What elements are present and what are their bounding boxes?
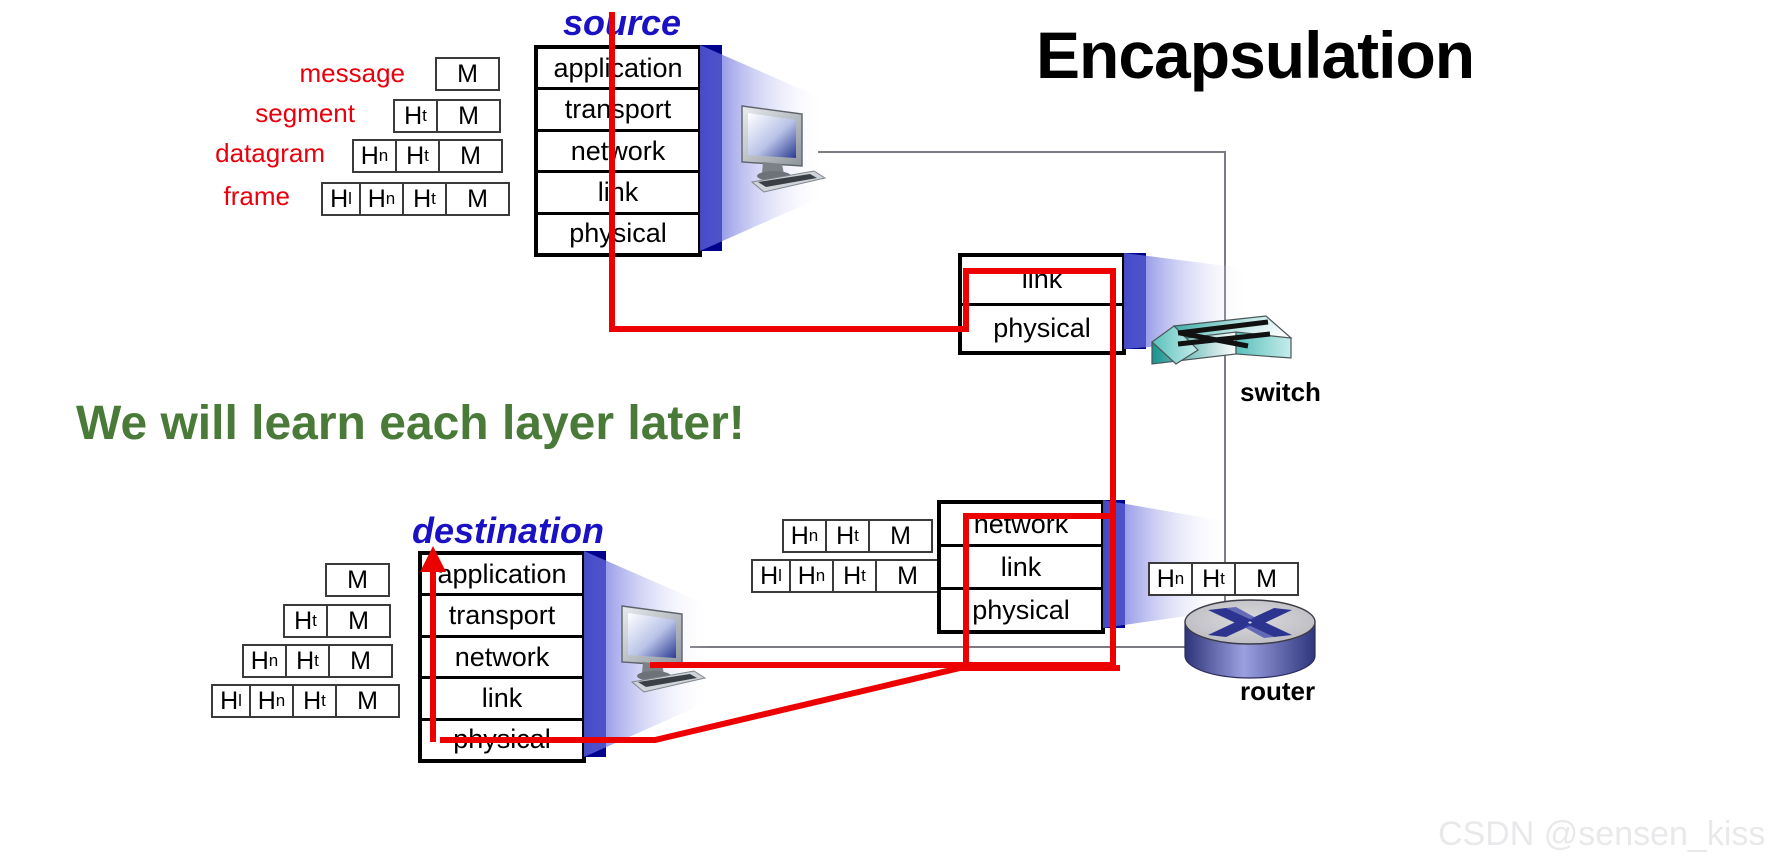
flow-switch-down bbox=[1110, 268, 1116, 668]
pdu-cell-ht: Ht bbox=[292, 684, 335, 718]
stack-body: application transport network link physi… bbox=[534, 45, 702, 257]
pdu-cell-payload: M bbox=[438, 139, 503, 173]
pdu-label-message: message bbox=[299, 58, 406, 88]
pdu-cell-payload: M bbox=[445, 182, 510, 216]
pdu-cell-hl: Hl bbox=[751, 559, 789, 593]
page-title: Encapsulation bbox=[1036, 18, 1475, 92]
pdu-cell-payload: M bbox=[868, 519, 933, 553]
pdu-cell-payload: M bbox=[325, 563, 390, 597]
pdu-cell-payload: M bbox=[326, 604, 391, 638]
protocol-stack-source: application transport network link physi… bbox=[534, 45, 722, 257]
switch-icon bbox=[1151, 315, 1293, 365]
pdu-cell-payload: M bbox=[875, 559, 940, 593]
pdu-segment: Ht M bbox=[393, 99, 501, 133]
wire-source-to-switch-horizontal bbox=[818, 151, 1226, 153]
stack-layer-transport: transport bbox=[422, 596, 582, 638]
pdu-cell-hn: Hn bbox=[242, 644, 285, 678]
pdu-frame-router-in: Hl Hn Ht M bbox=[751, 559, 940, 593]
stack-layer-link: link bbox=[962, 257, 1122, 306]
pdu-cell-ht: Ht bbox=[1191, 562, 1234, 596]
flow-router-top bbox=[963, 513, 1116, 519]
pdu-cell-ht: Ht bbox=[283, 604, 326, 638]
pdu-cell-payload: M bbox=[335, 684, 400, 718]
flow-switch-up bbox=[963, 268, 969, 332]
pdu-cell-hn: Hn bbox=[1148, 562, 1191, 596]
stack-layer-application: application bbox=[538, 49, 698, 91]
watermark-text: CSDN @sensen_kiss bbox=[1438, 815, 1766, 853]
slide-canvas: Encapsulation source message M segment H… bbox=[0, 0, 1778, 868]
stack-layer-transport: transport bbox=[538, 90, 698, 132]
pdu-cell-ht: Ht bbox=[393, 99, 436, 133]
pdu-datagram: Hn Ht M bbox=[352, 139, 503, 173]
computer-icon-source bbox=[741, 105, 827, 193]
pdu-cell-payload: M bbox=[435, 57, 500, 91]
pdu-cell-hn: Hn bbox=[359, 182, 402, 216]
stack-layer-network: network bbox=[538, 131, 698, 174]
pdu-datagram-router-out: Hn Ht M bbox=[1148, 562, 1299, 596]
source-caption: source bbox=[563, 2, 682, 43]
pdu-datagram-router-in: Hn Ht M bbox=[782, 519, 933, 553]
flow-router-destination-diagonal bbox=[440, 665, 1120, 743]
pdu-cell-hl: Hl bbox=[321, 182, 359, 216]
pdu-cell-hn: Hn bbox=[249, 684, 292, 718]
pdu-cell-ht: Ht bbox=[285, 644, 328, 678]
note-text: We will learn each layer later! bbox=[76, 397, 745, 450]
switch-caption: switch bbox=[1240, 377, 1321, 407]
stack-layer-link: link bbox=[538, 173, 698, 215]
pdu-frame-destination: Hl Hn Ht M bbox=[211, 684, 400, 718]
pdu-label-frame: frame bbox=[223, 181, 290, 211]
pdu-label-segment: segment bbox=[255, 98, 355, 128]
flow-source-vertical bbox=[609, 12, 615, 332]
pdu-cell-payload: M bbox=[1234, 562, 1299, 596]
pdu-frame: Hl Hn Ht M bbox=[321, 182, 510, 216]
flow-switch-top bbox=[963, 268, 1116, 274]
pdu-cell-hl: Hl bbox=[211, 684, 249, 718]
pdu-cell-hn: Hn bbox=[352, 139, 395, 173]
pdu-cell-payload: M bbox=[328, 644, 393, 678]
pdu-cell-hn: Hn bbox=[782, 519, 825, 553]
stack-layer-application: application bbox=[422, 555, 582, 597]
pdu-message: M bbox=[435, 57, 500, 91]
stack-layer-physical: physical bbox=[962, 305, 1122, 351]
pdu-message-destination: M bbox=[325, 563, 390, 597]
pdu-cell-payload: M bbox=[436, 99, 501, 133]
pdu-cell-hn: Hn bbox=[789, 559, 832, 593]
flow-destination-arrowhead bbox=[420, 546, 446, 572]
pdu-cell-ht: Ht bbox=[402, 182, 445, 216]
flow-destination-vertical bbox=[430, 565, 436, 742]
router-caption: router bbox=[1240, 676, 1316, 706]
pdu-cell-ht: Ht bbox=[832, 559, 875, 593]
pdu-label-datagram: datagram bbox=[215, 138, 325, 168]
stack-layer-physical: physical bbox=[538, 214, 698, 254]
flow-source-to-switch bbox=[609, 326, 969, 332]
pdu-datagram-destination: Hn Ht M bbox=[242, 644, 393, 678]
pdu-cell-ht: Ht bbox=[395, 139, 438, 173]
pdu-cell-ht: Ht bbox=[825, 519, 868, 553]
router-icon bbox=[1184, 599, 1316, 679]
pdu-segment-destination: Ht M bbox=[283, 604, 391, 638]
